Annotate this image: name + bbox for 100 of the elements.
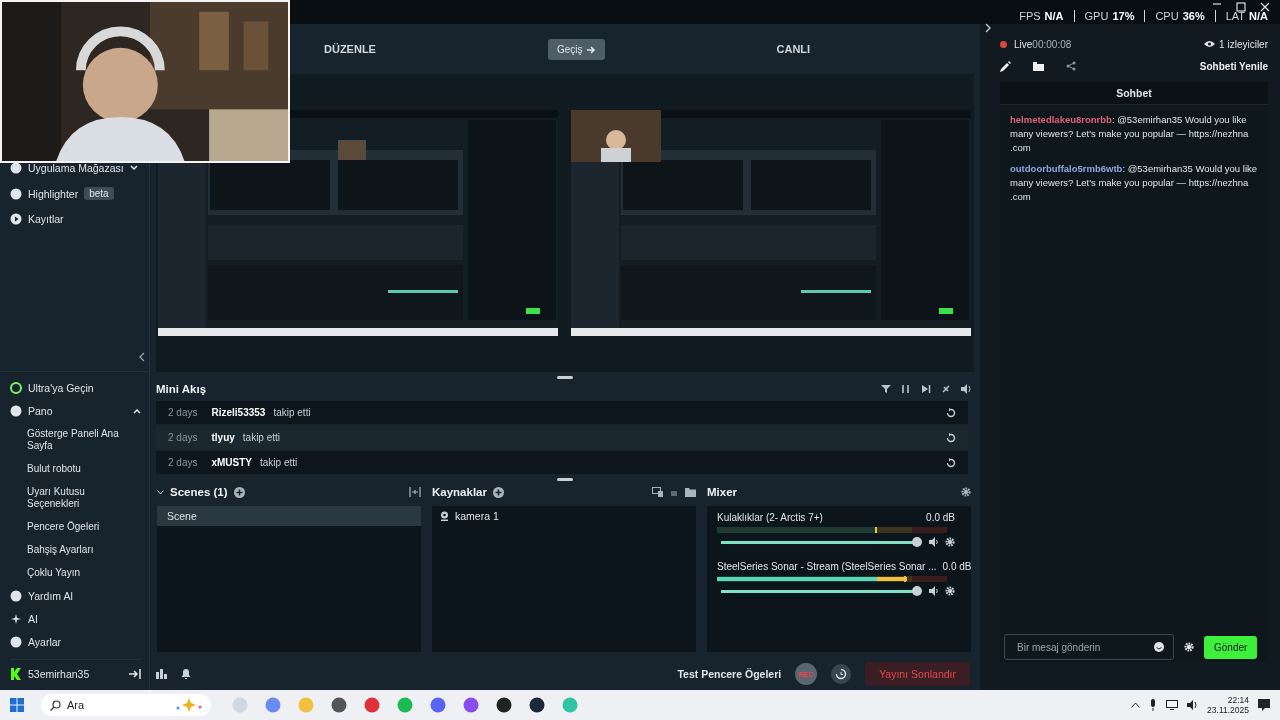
chevron-up-icon[interactable] — [1131, 702, 1141, 708]
collapse-caret-icon[interactable] — [157, 489, 164, 495]
sidebar-item[interactable]: Ultra'ya Geçin — [28, 382, 94, 394]
add-icon[interactable] — [233, 486, 245, 498]
stat-label: LAT — [1225, 10, 1246, 22]
pencil-icon[interactable] — [1000, 60, 1011, 72]
clock-time[interactable]: 22:14 — [1227, 694, 1249, 705]
event-time: 2 days — [168, 432, 198, 443]
chat-title: Sohbet — [1000, 82, 1268, 105]
end-stream-button[interactable]: Yayını Sonlandır — [865, 662, 970, 686]
stat-label: GPU — [1084, 10, 1109, 22]
sidebar-item[interactable]: AI — [28, 613, 38, 625]
settings-icon[interactable] — [945, 586, 955, 596]
notification-icon[interactable] — [1258, 699, 1270, 711]
viewer-count: 1 izleyiciler — [1219, 38, 1268, 50]
stat-value: 17% — [1112, 10, 1135, 22]
sidebar-subitem[interactable]: Gösterge Paneli Ana Sayfa — [10, 428, 141, 452]
replay-icon[interactable] — [946, 432, 956, 443]
network-icon[interactable] — [1166, 700, 1179, 710]
panel-title: Scenes (1) — [170, 486, 228, 498]
speaker-icon[interactable] — [929, 537, 939, 547]
stat-value: N/A — [1044, 10, 1064, 22]
replay-icon[interactable] — [946, 407, 956, 418]
stats-icon[interactable] — [156, 669, 167, 679]
sidebar-item[interactable]: Ayarlar — [28, 636, 62, 648]
monitor-icon[interactable] — [652, 487, 663, 497]
chevron-icon[interactable] — [129, 165, 138, 171]
chat-message: outdoorbuffalo5rmb6wtb: @53emirhan35 Would you like many viewers? Let's make you popular — https://nezhna .com — [1010, 162, 1258, 204]
pause-icon[interactable] — [901, 384, 911, 394]
replay-icon[interactable] — [946, 457, 956, 468]
panel-title: Kaynaklar — [432, 486, 487, 498]
send-button[interactable]: Gönder — [1204, 635, 1258, 659]
stat-value: N/A — [1249, 10, 1268, 22]
resize-handle[interactable] — [557, 376, 573, 379]
scene-item[interactable]: Scene — [157, 506, 421, 526]
expand-icon[interactable] — [985, 23, 991, 33]
event-action: takip etti — [242, 432, 281, 443]
sparkle-icon — [175, 698, 203, 712]
sidebar-item[interactable]: Uygulama Mağazası — [28, 162, 124, 174]
source-item[interactable]: kamera 1 — [455, 510, 499, 522]
stat-value: 36% — [1182, 10, 1205, 22]
chat-input[interactable]: Bir mesaj gönderin — [1004, 634, 1174, 660]
sidebar-subitem[interactable]: Bulut robotu — [10, 463, 141, 475]
sidebar-subitem[interactable]: Çoklu Yayın — [10, 567, 141, 579]
event-action: takip etti — [260, 457, 298, 468]
eye-icon — [1204, 40, 1216, 48]
play-icon — [10, 213, 22, 225]
chevron-icon[interactable] — [133, 408, 141, 414]
filter-icon[interactable] — [881, 384, 891, 394]
emoji-icon[interactable] — [1154, 642, 1164, 652]
transition-button[interactable]: Geçiş — [547, 38, 605, 60]
sidebar-item[interactable]: Highlighter — [28, 187, 79, 200]
live-dot-icon — [1000, 40, 1007, 48]
panel-title: Mixer — [707, 486, 738, 498]
windows-start-icon[interactable] — [10, 698, 24, 712]
transition-icon[interactable] — [409, 487, 421, 497]
sidebar-subitem[interactable]: Pencere Ögeleri — [10, 521, 141, 533]
taskbar-search-field[interactable]: Ara — [41, 694, 211, 716]
volume-icon[interactable] — [961, 384, 972, 394]
share-icon[interactable] — [1066, 61, 1076, 71]
resize-handle[interactable] — [557, 478, 573, 481]
sidebar-item[interactable]: Pano — [28, 405, 53, 417]
account-name[interactable]: 53emirhan35 — [28, 668, 90, 680]
volume-slider-thumb[interactable] — [912, 537, 922, 547]
event-user: xMUSTY — [211, 457, 253, 468]
sidebar-subitem[interactable]: Uyarı Kutusu Seçenekleri — [10, 486, 141, 510]
stat-label: CPU — [1155, 10, 1179, 22]
channel-reading: 0.0 dB — [926, 512, 955, 523]
channel-name: SteelSeries Sonar - Stream (SteelSeries Sonar ... — [717, 561, 937, 572]
refresh-chat-button[interactable]: Sohbeti Yenile — [1199, 60, 1268, 72]
volume-slider-thumb[interactable] — [912, 586, 922, 596]
settings-icon[interactable] — [945, 537, 955, 547]
channel-reading: 0.0 dB — [942, 561, 972, 572]
microphone-icon[interactable] — [1149, 699, 1158, 711]
settings-icon[interactable] — [961, 487, 971, 497]
skip-icon[interactable] — [921, 384, 931, 394]
replay-buffer-icon[interactable] — [831, 664, 852, 684]
event-user: Rizeli53353 — [211, 407, 266, 418]
collapse-icon[interactable] — [139, 352, 145, 362]
event-time: 2 days — [168, 407, 198, 418]
live-timer: 00:00:08 — [1032, 38, 1072, 50]
event-action: takip etti — [273, 407, 311, 418]
sidebar-subitem[interactable]: Bahşiş Ayarları — [10, 544, 141, 556]
stat-label: FPS — [1019, 10, 1041, 22]
speaker-icon[interactable] — [929, 586, 939, 596]
panel-title: Mini Akış — [156, 383, 207, 395]
k-logo-icon — [10, 668, 22, 680]
clock-date[interactable]: 23.11.2025 — [1207, 705, 1249, 716]
arrow-right-icon — [586, 45, 596, 54]
speaker-icon[interactable] — [1187, 700, 1199, 710]
sidebar-item[interactable]: Yardım Al — [28, 590, 73, 602]
add-icon[interactable] — [493, 486, 504, 498]
test-widgets-link[interactable]: Test Pencere Ögeleri — [677, 668, 782, 680]
channel-name: Kulaklıklar (2- Arctis 7+) — [717, 512, 823, 523]
chat-message: helmetedlakeu8ronrbb: @53emirhan35 Would you like many viewers? Let's make you popular — https://nezhna .com — [1010, 113, 1250, 155]
bell-icon[interactable] — [181, 669, 191, 679]
maximize-icon[interactable] — [1236, 2, 1246, 12]
close-icon[interactable] — [1260, 2, 1270, 12]
logout-icon[interactable] — [129, 669, 141, 679]
sidebar-item[interactable]: Kayıtlar — [28, 213, 64, 225]
